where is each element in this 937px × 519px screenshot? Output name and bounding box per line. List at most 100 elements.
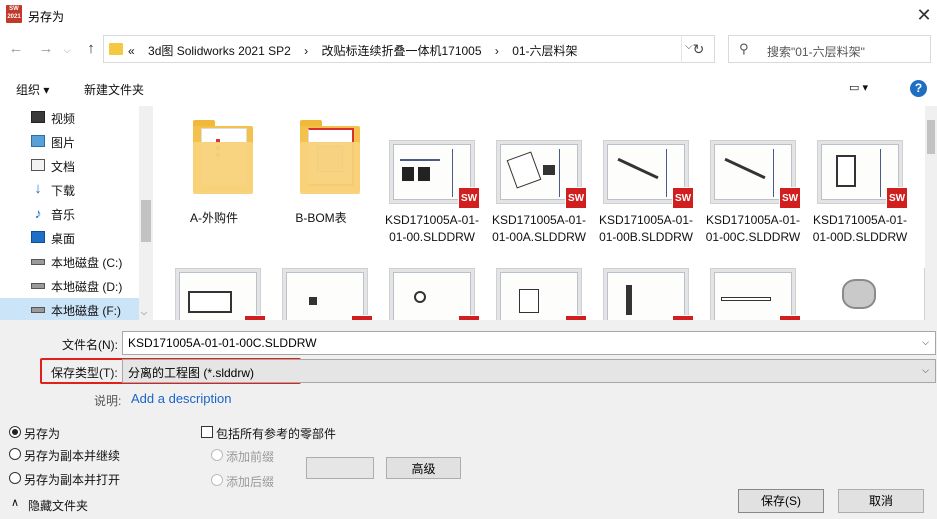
sidebar-scrollbar-thumb[interactable]: [141, 200, 151, 242]
chevron-down-icon[interactable]: ⌵: [922, 365, 929, 376]
view-options-icon[interactable]: ▭ ▾: [849, 81, 868, 94]
drive-icon: [31, 259, 45, 265]
folder-icon: [109, 43, 123, 55]
video-icon: [31, 111, 45, 123]
save-copy-open-radio[interactable]: [9, 472, 21, 484]
add-prefix-radio[interactable]: [211, 449, 223, 461]
file-item[interactable]: SW: [597, 262, 695, 320]
sidebar-item-drive-c[interactable]: 本地磁盘 (C:): [0, 250, 140, 274]
pictures-icon: [31, 135, 45, 147]
save-copy-continue-radio[interactable]: [9, 448, 21, 460]
sidebar-item-documents[interactable]: 文档: [0, 154, 140, 178]
sidebar-item-label: 图片: [51, 136, 76, 150]
sidebar-item-pictures[interactable]: 图片: [0, 130, 140, 154]
folder-item[interactable]: A-外购件: [165, 106, 263, 234]
close-icon[interactable]: ✕: [912, 3, 936, 27]
back-arrow-icon[interactable]: ←: [7, 40, 25, 58]
organize-button[interactable]: 组织 ▾: [16, 81, 49, 98]
file-item[interactable]: SW KSD171005A-01-01-00.SLDDRW: [383, 134, 481, 262]
filename-input[interactable]: KSD171005A-01-01-00C.SLDDRW ⌵: [122, 331, 936, 355]
forward-arrow-icon[interactable]: →: [37, 40, 55, 58]
breadcrumb-separator[interactable]: ›: [304, 44, 308, 58]
search-box[interactable]: ⚲ 搜索"01-六层料架": [728, 35, 931, 63]
file-item[interactable]: SW: [490, 262, 588, 320]
solidworks-icon: SW: [886, 187, 908, 209]
drawing-thumbnail: SW: [496, 140, 587, 209]
drawing-thumbnail: SW: [710, 140, 801, 209]
music-icon: ♪: [34, 205, 42, 221]
breadcrumb-overflow[interactable]: «: [128, 44, 135, 58]
dialog-title: 另存为: [28, 10, 65, 24]
search-input[interactable]: 搜索"01-六层料架": [767, 43, 865, 60]
file-item[interactable]: SW: [276, 262, 374, 320]
sidebar-item-label: 下载: [51, 184, 76, 198]
file-list-scrollbar-thumb[interactable]: [927, 120, 935, 154]
navigation-pane: 视频 图片 文档 ↓ 下载 ♪ 音乐 桌面 本地磁盘 (C:) 本地磁盘 (D:…: [0, 106, 153, 322]
description-label: 说明:: [94, 394, 122, 408]
solidworks-icon: SW: [672, 187, 694, 209]
chevron-up-icon[interactable]: ∧: [11, 496, 19, 509]
sidebar-item-music[interactable]: ♪ 音乐: [0, 202, 140, 226]
file-item[interactable]: SW KSD171005A-01-01-00B.SLDDRW: [597, 134, 695, 262]
file-item[interactable]: SW KSD171005A-01-01-00D.SLDDRW: [811, 134, 909, 262]
save-copy-open-label: 另存为副本并打开: [24, 473, 121, 487]
save-button[interactable]: 保存(S): [738, 489, 824, 513]
breadcrumb: « 3d图 Solidworks 2021 SP2 › 改贴标连续折叠一体机17…: [128, 42, 588, 59]
folder-item[interactable]: B-BOM表: [272, 106, 370, 234]
drawing-thumbnail: SW: [603, 268, 694, 320]
prefix-suffix-input[interactable]: [306, 457, 374, 479]
breadcrumb-item[interactable]: 改贴标连续折叠一体机171005: [321, 44, 481, 58]
add-suffix-radio[interactable]: [211, 474, 223, 486]
file-item[interactable]: SW: [918, 262, 925, 320]
scroll-down-icon[interactable]: ⌵: [141, 308, 147, 318]
help-icon[interactable]: ?: [910, 80, 927, 97]
search-icon: ⚲: [739, 41, 749, 56]
include-references-checkbox[interactable]: [201, 426, 213, 438]
hide-folders-toggle[interactable]: 隐藏文件夹: [28, 497, 88, 514]
sidebar-item-label: 文档: [51, 160, 76, 174]
refresh-icon[interactable]: ↻: [681, 35, 715, 63]
file-item[interactable]: SW KSD171005A-01-01-00C.SLDDRW: [704, 134, 802, 262]
drawing-thumbnail: SW: [282, 268, 373, 320]
documents-icon: [31, 159, 45, 171]
sidebar-item-drive-d[interactable]: 本地磁盘 (D:): [0, 274, 140, 298]
filetype-select[interactable]: 分离的工程图 (*.slddrw) ⌵: [122, 359, 936, 383]
file-item[interactable]: SW KSD171005A-01-01-00A.SLDDRW: [490, 134, 588, 262]
filetype-value: 分离的工程图 (*.slddrw): [128, 366, 255, 380]
drive-icon: [31, 283, 45, 289]
file-item[interactable]: SW: [704, 262, 802, 320]
drawing-thumbnail: SW: [389, 268, 480, 320]
file-name: KSD171005A-01-01-00D.SLDDRW: [812, 213, 908, 244]
filetype-label: 保存类型(T):: [51, 366, 118, 380]
chevron-down-icon[interactable]: ⌵: [922, 337, 929, 348]
sidebar-item-videos[interactable]: 视频: [0, 106, 140, 130]
sidebar-item-downloads[interactable]: ↓ 下载: [0, 178, 140, 202]
new-folder-button[interactable]: 新建文件夹: [84, 81, 144, 98]
sidebar-item-label: 本地磁盘 (F:): [51, 304, 121, 318]
sidebar-item-desktop[interactable]: 桌面: [0, 226, 140, 250]
address-bar[interactable]: « 3d图 Solidworks 2021 SP2 › 改贴标连续折叠一体机17…: [103, 35, 715, 63]
drawing-thumbnail: SW: [710, 268, 801, 320]
add-description-link[interactable]: Add a description: [131, 391, 231, 406]
file-item[interactable]: SW: [383, 262, 481, 320]
file-name: KSD171005A-01-01-00C.SLDDRW: [705, 213, 801, 244]
drawing-thumbnail: SW: [175, 268, 266, 320]
sidebar-item-drive-f[interactable]: 本地磁盘 (F:): [0, 298, 140, 322]
breadcrumb-item[interactable]: 3d图 Solidworks 2021 SP2: [148, 44, 291, 58]
recent-locations-dropdown-icon[interactable]: ⌵: [58, 41, 76, 59]
solidworks-icon: SW: [458, 187, 480, 209]
download-icon: ↓: [34, 180, 42, 197]
up-arrow-icon[interactable]: ↑: [82, 40, 100, 58]
breadcrumb-separator[interactable]: ›: [495, 44, 499, 58]
save-as-radio[interactable]: [9, 426, 21, 438]
file-name: KSD171005A-01-01-00A.SLDDRW: [491, 213, 587, 244]
drawing-thumbnail: SW: [817, 140, 908, 209]
breadcrumb-item[interactable]: 01-六层料架: [512, 44, 577, 58]
toolbar: 组织 ▾ 新建文件夹 ▭ ▾: [0, 76, 937, 102]
desktop-icon: [31, 231, 45, 243]
file-item[interactable]: SW: [169, 262, 267, 320]
part-thumbnail: [817, 268, 903, 320]
cancel-button[interactable]: 取消: [838, 489, 924, 513]
advanced-button[interactable]: 高级: [386, 457, 461, 479]
file-item[interactable]: [811, 262, 909, 320]
